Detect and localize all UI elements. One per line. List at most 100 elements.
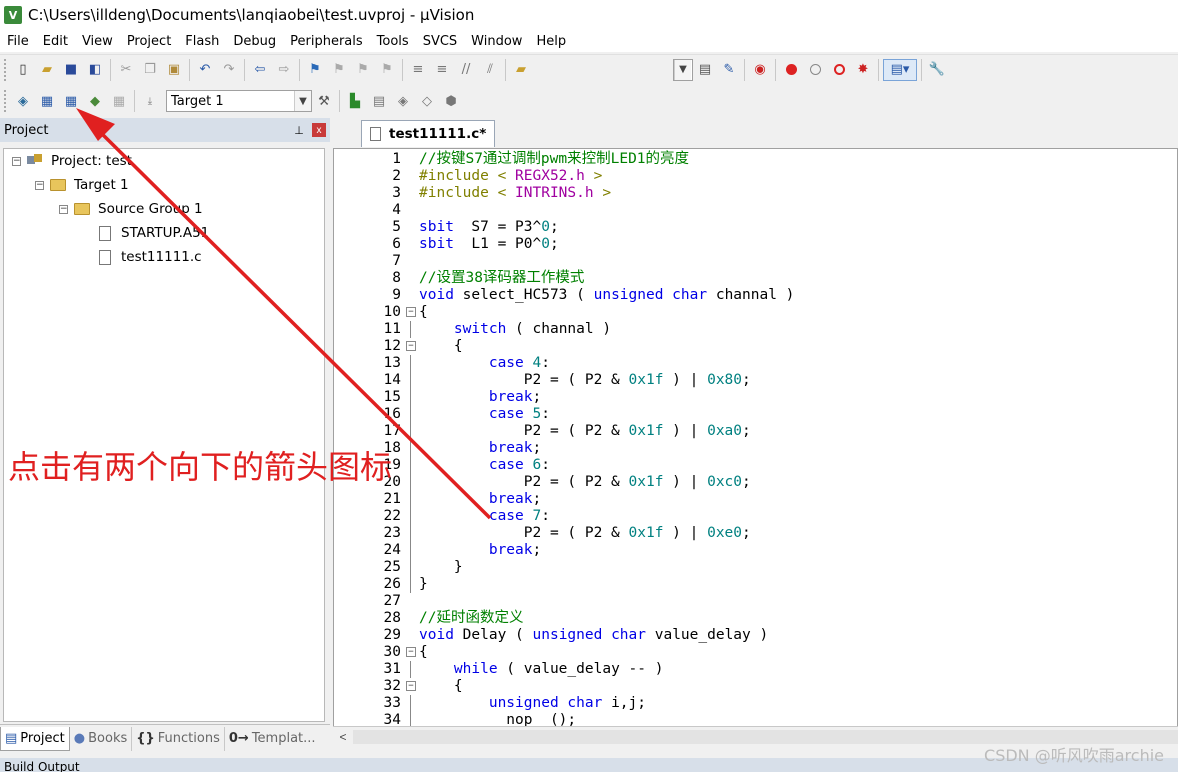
debug-session-icon[interactable]: ◉ (749, 59, 771, 81)
tree-node-file[interactable]: STARTUP.A51 (99, 223, 209, 243)
undo-icon[interactable]: ↶ (194, 59, 216, 81)
configure-tools-icon[interactable]: 🔧 (926, 59, 948, 81)
rebuild-double-down-arrow-icon[interactable]: ▦ (60, 90, 82, 112)
code-line[interactable]: 5 sbit S7 = P3^0; (334, 219, 1178, 236)
code-line[interactable]: 25 } (334, 559, 1178, 576)
window-layout-icon[interactable]: ▤▾ (883, 58, 917, 81)
code-line[interactable]: 30−{ (334, 644, 1178, 661)
find-in-files-icon[interactable]: ▰ (510, 59, 532, 81)
menu-window[interactable]: Window (464, 34, 529, 49)
save-all-icon[interactable]: ◧ (84, 59, 106, 81)
download-load-icon[interactable]: ⤓ (139, 90, 161, 112)
code-line[interactable]: 4 (334, 202, 1178, 219)
copy-icon[interactable]: ❐ (139, 59, 161, 81)
cut-icon[interactable]: ✂ (115, 59, 137, 81)
code-line[interactable]: 23 P2 = ( P2 & 0x1f ) | 0xe0; (334, 525, 1178, 542)
batch-build-icon[interactable]: ◆ (84, 90, 106, 112)
code-line[interactable]: 10−{ (334, 304, 1178, 321)
manage-components-icon[interactable]: ▙ (344, 90, 366, 112)
code-line[interactable]: 14 P2 = ( P2 & 0x1f ) | 0x80; (334, 372, 1178, 389)
code-line[interactable]: 27 (334, 593, 1178, 610)
tab-editor-file[interactable]: test11111.c* (361, 120, 496, 147)
disable-breakpoints-icon[interactable] (828, 59, 850, 81)
build-icon[interactable]: ▦ (36, 90, 58, 112)
select-software-packs-icon[interactable]: ◇ (416, 90, 438, 112)
comment-icon[interactable]: // (455, 59, 477, 81)
bookmark-prev-icon[interactable]: ⚑ (328, 59, 350, 81)
scroll-left-icon[interactable]: < (333, 730, 353, 744)
code-line[interactable]: 22 case 7: (334, 508, 1178, 525)
enable-breakpoint-icon[interactable] (804, 59, 826, 81)
open-folder-icon[interactable]: ▰ (36, 59, 58, 81)
code-line[interactable]: 28 //延时函数定义 (334, 610, 1178, 627)
collapse-icon[interactable]: − (35, 180, 44, 190)
code-line[interactable]: 20 P2 = ( P2 & 0x1f ) | 0xc0; (334, 474, 1178, 491)
code-line[interactable]: 15 break; (334, 389, 1178, 406)
tab-project[interactable]: ▤ Project (0, 726, 70, 751)
code-line[interactable]: 17 P2 = ( P2 & 0x1f ) | 0xa0; (334, 423, 1178, 440)
tab-functions[interactable]: {} Functions (132, 726, 225, 751)
menu-debug[interactable]: Debug (226, 34, 283, 49)
file-extensions-icon[interactable]: ▤ (368, 90, 390, 112)
toolbar-grip[interactable] (4, 90, 8, 112)
target-options-icon[interactable]: ⚒ (313, 90, 335, 112)
find-combo[interactable]: ▼ (673, 58, 693, 81)
indent-icon[interactable]: ≡ (407, 59, 429, 81)
pack-installer-icon[interactable]: ⬢ (440, 90, 462, 112)
code-line[interactable]: 33 unsigned char i,j; (334, 695, 1178, 712)
insert-breakpoint-icon[interactable] (780, 59, 802, 81)
tree-node-project[interactable]: − Project: test (12, 151, 132, 171)
target-select[interactable]: Target 1 ▼ (166, 90, 312, 112)
code-line[interactable]: 18 break; (334, 440, 1178, 457)
tree-node-file[interactable]: test11111.c (99, 247, 202, 267)
code-line[interactable]: 19 case 6: (334, 457, 1178, 474)
find-icon[interactable]: ▤ (694, 59, 716, 81)
menu-tools[interactable]: Tools (370, 34, 416, 49)
fold-collapse-icon[interactable]: − (406, 681, 416, 691)
bookmark-next-icon[interactable]: ⚑ (352, 59, 374, 81)
code-line[interactable]: 11 switch ( channal ) (334, 321, 1178, 338)
save-icon[interactable]: ■ (60, 59, 82, 81)
code-line[interactable]: 24 break; (334, 542, 1178, 559)
chevron-down-icon[interactable]: ▼ (674, 59, 691, 80)
code-line[interactable]: 1 //按键S7通过调制pwm来控制LED1的亮度 (334, 151, 1178, 168)
bookmark-toggle-icon[interactable]: ⚑ (304, 59, 326, 81)
code-line[interactable]: 7 (334, 253, 1178, 270)
code-line[interactable]: 26} (334, 576, 1178, 593)
code-line[interactable]: 2 #include < REGX52.h > (334, 168, 1178, 185)
code-line[interactable]: 16 case 5: (334, 406, 1178, 423)
uncomment-icon[interactable]: ⫽ (479, 59, 501, 81)
navigate-back-icon[interactable]: ⇦ (249, 59, 271, 81)
navigate-forward-icon[interactable]: ⇨ (273, 59, 295, 81)
translate-icon[interactable]: ◈ (12, 90, 34, 112)
collapse-icon[interactable]: − (12, 156, 21, 166)
bookmark-clear-icon[interactable]: ⚑ (376, 59, 398, 81)
tab-templates[interactable]: 0→ Templat... (225, 727, 320, 751)
code-line[interactable]: 29 void Delay ( unsigned char value_delay… (334, 627, 1178, 644)
tree-node-target[interactable]: − Target 1 (35, 175, 129, 195)
menu-project[interactable]: Project (120, 34, 178, 49)
chevron-down-icon[interactable]: ▼ (294, 91, 311, 111)
menu-peripherals[interactable]: Peripherals (283, 34, 370, 49)
menu-help[interactable]: Help (529, 34, 573, 49)
new-file-icon[interactable]: ▯ (12, 59, 34, 81)
redo-icon[interactable]: ↷ (218, 59, 240, 81)
code-line[interactable]: 6 sbit L1 = P0^0; (334, 236, 1178, 253)
menu-svcs[interactable]: SVCS (416, 34, 464, 49)
paste-icon[interactable]: ▣ (163, 59, 185, 81)
kill-breakpoints-icon[interactable]: ✸ (852, 59, 874, 81)
menu-edit[interactable]: Edit (36, 34, 75, 49)
code-line[interactable]: 12− { (334, 338, 1178, 355)
menu-file[interactable]: File (0, 34, 36, 49)
close-icon[interactable]: x (312, 123, 326, 137)
manage-rte-icon[interactable]: ◈ (392, 90, 414, 112)
tree-node-group[interactable]: − Source Group 1 (59, 199, 203, 219)
fold-collapse-icon[interactable]: − (406, 307, 416, 317)
code-line[interactable]: 8 //设置38译码器工作模式 (334, 270, 1178, 287)
code-line[interactable]: 3 #include < INTRINS.h > (334, 185, 1178, 202)
code-line[interactable]: 21 break; (334, 491, 1178, 508)
code-editor[interactable]: 1 //按键S7通过调制pwm来控制LED1的亮度 2 #include < REGX… (333, 148, 1178, 729)
code-line[interactable]: 31 while ( value_delay -- ) (334, 661, 1178, 678)
toolbar-grip[interactable] (4, 58, 8, 81)
code-line[interactable]: 9 void select_HC573 ( unsigned char chann… (334, 287, 1178, 304)
